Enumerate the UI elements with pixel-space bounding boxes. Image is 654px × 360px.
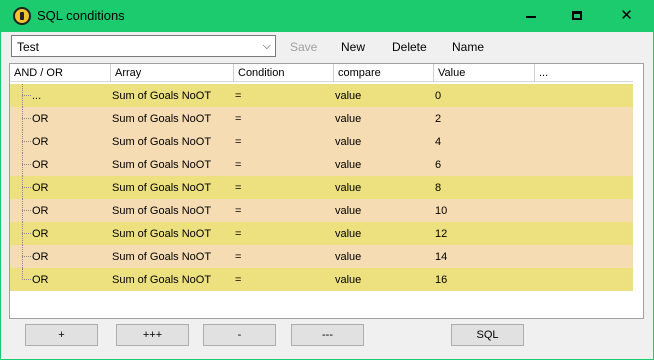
name-button[interactable]: Name [452, 40, 484, 54]
cell-condition[interactable]: = [235, 274, 241, 286]
sql-conditions-window: SQL conditions ✕ Test ⌵ Save New Delete … [0, 0, 654, 360]
add-group-button[interactable]: +++ [116, 324, 189, 346]
cell-compare[interactable]: value [335, 228, 361, 240]
cell-and-or[interactable]: OR [32, 251, 49, 263]
table-row[interactable]: OR Sum of Goals NoOT = value 16 [10, 268, 633, 291]
app-icon [13, 7, 31, 25]
minimize-icon [526, 15, 536, 18]
save-button[interactable]: Save [290, 40, 317, 54]
column-header-more[interactable]: ... [535, 64, 633, 82]
cell-and-or[interactable]: OR [32, 113, 49, 125]
cell-condition[interactable]: = [235, 113, 241, 125]
tree-branch [22, 141, 31, 142]
tree-branch [22, 233, 31, 234]
cell-array[interactable]: Sum of Goals NoOT [112, 228, 211, 240]
cell-value[interactable]: 16 [435, 274, 447, 286]
delete-button[interactable]: Delete [392, 40, 427, 54]
column-header-array[interactable]: Array [111, 64, 234, 82]
cell-condition[interactable]: = [235, 182, 241, 194]
cell-and-or[interactable]: OR [32, 182, 49, 194]
cell-array[interactable]: Sum of Goals NoOT [112, 113, 211, 125]
cell-condition[interactable]: = [235, 136, 241, 148]
table-row[interactable]: OR Sum of Goals NoOT = value 8 [10, 176, 633, 199]
chevron-down-icon[interactable]: ⌵ [263, 39, 271, 53]
cell-value[interactable]: 8 [435, 182, 441, 194]
add-condition-button[interactable]: + [25, 324, 98, 346]
cell-compare[interactable]: value [335, 205, 361, 217]
table-row[interactable]: OR Sum of Goals NoOT = value 10 [10, 199, 633, 222]
cell-value[interactable]: 0 [435, 90, 441, 102]
column-header-and-or[interactable]: AND / OR [10, 64, 111, 82]
client-area: Test ⌵ Save New Delete Name AND / OR Arr… [1, 32, 653, 359]
cell-array[interactable]: Sum of Goals NoOT [112, 136, 211, 148]
column-header-condition[interactable]: Condition [234, 64, 334, 82]
cell-value[interactable]: 4 [435, 136, 441, 148]
cell-condition[interactable]: = [235, 251, 241, 263]
cell-array[interactable]: Sum of Goals NoOT [112, 251, 211, 263]
condition-set-value: Test [17, 40, 40, 54]
cell-condition[interactable]: = [235, 159, 241, 171]
table-row[interactable]: OR Sum of Goals NoOT = value 6 [10, 153, 633, 176]
close-button[interactable]: ✕ [600, 0, 653, 31]
table-row[interactable]: OR Sum of Goals NoOT = value 4 [10, 130, 633, 153]
cell-value[interactable]: 12 [435, 228, 447, 240]
table-row[interactable]: ... Sum of Goals NoOT = value 0 [10, 84, 633, 107]
cell-value[interactable]: 14 [435, 251, 447, 263]
cell-condition[interactable]: = [235, 228, 241, 240]
cell-array[interactable]: Sum of Goals NoOT [112, 90, 211, 102]
cell-compare[interactable]: value [335, 159, 361, 171]
maximize-button[interactable] [554, 0, 600, 31]
title-bar[interactable]: SQL conditions ✕ [0, 0, 654, 32]
condition-set-select[interactable]: Test ⌵ [11, 35, 276, 57]
cell-compare[interactable]: value [335, 136, 361, 148]
cell-and-or[interactable]: OR [32, 205, 49, 217]
cell-and-or[interactable]: OR [32, 274, 49, 286]
cell-condition[interactable]: = [235, 90, 241, 102]
new-button[interactable]: New [341, 40, 365, 54]
remove-condition-button[interactable]: - [203, 324, 276, 346]
cell-compare[interactable]: value [335, 182, 361, 194]
cell-and-or[interactable]: ... [32, 90, 41, 102]
cell-and-or[interactable]: OR [32, 136, 49, 148]
column-header-compare[interactable]: compare [334, 64, 434, 82]
tree-branch [22, 187, 31, 188]
grid-header: AND / OR Array Condition compare Value .… [10, 64, 633, 82]
tree-branch [22, 210, 31, 211]
cell-compare[interactable]: value [335, 274, 361, 286]
sql-button[interactable]: SQL [451, 324, 524, 346]
tree-branch [22, 95, 31, 96]
cell-compare[interactable]: value [335, 113, 361, 125]
tree-branch [22, 118, 31, 119]
maximize-icon [572, 11, 582, 20]
cell-and-or[interactable]: OR [32, 159, 49, 171]
cell-array[interactable]: Sum of Goals NoOT [112, 159, 211, 171]
cell-array[interactable]: Sum of Goals NoOT [112, 274, 211, 286]
table-row[interactable]: OR Sum of Goals NoOT = value 12 [10, 222, 633, 245]
cell-array[interactable]: Sum of Goals NoOT [112, 182, 211, 194]
tree-branch [22, 279, 31, 280]
column-header-value[interactable]: Value [434, 64, 535, 82]
table-row[interactable]: OR Sum of Goals NoOT = value 2 [10, 107, 633, 130]
cell-and-or[interactable]: OR [32, 228, 49, 240]
cell-value[interactable]: 6 [435, 159, 441, 171]
minimize-button[interactable] [508, 0, 554, 31]
tree-branch [22, 164, 31, 165]
table-row[interactable]: OR Sum of Goals NoOT = value 14 [10, 245, 633, 268]
conditions-grid[interactable]: AND / OR Array Condition compare Value .… [9, 63, 644, 319]
cell-condition[interactable]: = [235, 205, 241, 217]
cell-compare[interactable]: value [335, 90, 361, 102]
cell-compare[interactable]: value [335, 251, 361, 263]
tree-branch [22, 256, 31, 257]
cell-array[interactable]: Sum of Goals NoOT [112, 205, 211, 217]
remove-group-button[interactable]: --- [291, 324, 364, 346]
cell-value[interactable]: 10 [435, 205, 447, 217]
cell-value[interactable]: 2 [435, 113, 441, 125]
close-icon: ✕ [620, 6, 633, 24]
window-title: SQL conditions [37, 8, 125, 23]
